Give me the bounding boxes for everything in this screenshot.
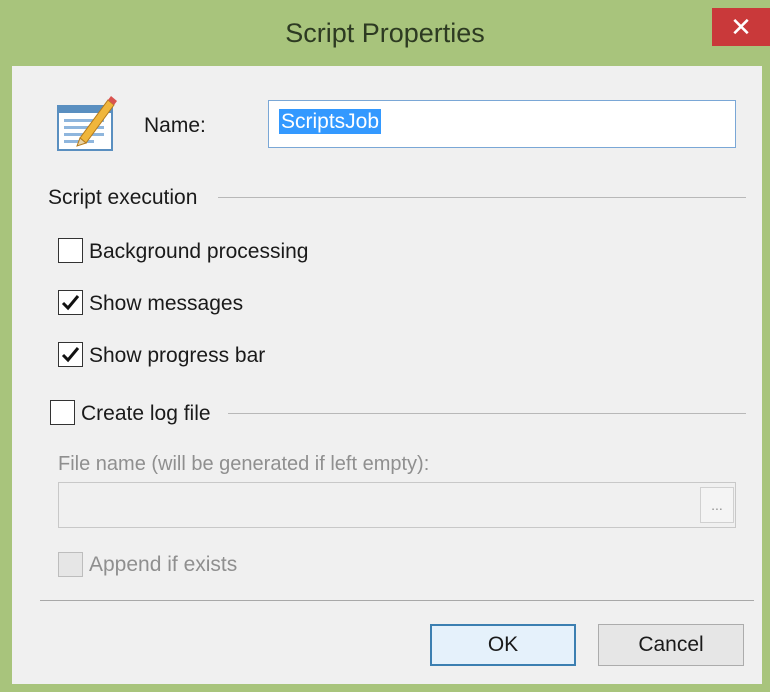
show-progress-bar-label[interactable]: Show progress bar — [89, 344, 265, 368]
append-if-exists-checkbox[interactable] — [58, 552, 83, 577]
dialog-body: Name: ScriptsJob Script execution Backgr… — [12, 66, 762, 684]
script-execution-group-line — [218, 197, 746, 198]
create-log-file-label[interactable]: Create log file — [81, 402, 211, 426]
background-processing-label[interactable]: Background processing — [89, 240, 308, 264]
window-title: Script Properties — [285, 18, 485, 48]
script-properties-dialog: Script Properties ✕ Name: ScriptsJob Scr… — [0, 0, 770, 692]
background-processing-checkbox[interactable] — [58, 238, 83, 263]
close-button[interactable]: ✕ — [712, 8, 770, 46]
cancel-button[interactable]: Cancel — [598, 624, 744, 666]
file-name-input[interactable]: ... — [58, 482, 736, 528]
show-messages-checkbox[interactable] — [58, 290, 83, 315]
browse-button[interactable]: ... — [700, 487, 734, 523]
name-label: Name: — [144, 114, 206, 137]
show-messages-label[interactable]: Show messages — [89, 292, 243, 316]
title-bar[interactable]: Script Properties ✕ — [0, 0, 770, 66]
file-name-label: File name (will be generated if left emp… — [58, 453, 430, 475]
close-icon: ✕ — [730, 11, 752, 42]
create-log-file-checkbox[interactable] — [50, 400, 75, 425]
script-execution-group-label: Script execution — [48, 186, 198, 209]
checkmark-icon — [61, 347, 80, 363]
checkmark-icon — [61, 295, 80, 311]
name-input[interactable]: ScriptsJob — [268, 100, 736, 148]
ok-button[interactable]: OK — [430, 624, 576, 666]
button-separator — [40, 600, 754, 601]
name-input-value: ScriptsJob — [279, 109, 382, 134]
append-if-exists-label[interactable]: Append if exists — [89, 553, 237, 577]
create-log-file-group-line — [228, 413, 746, 414]
script-edit-icon — [57, 96, 117, 151]
show-progress-bar-checkbox[interactable] — [58, 342, 83, 367]
